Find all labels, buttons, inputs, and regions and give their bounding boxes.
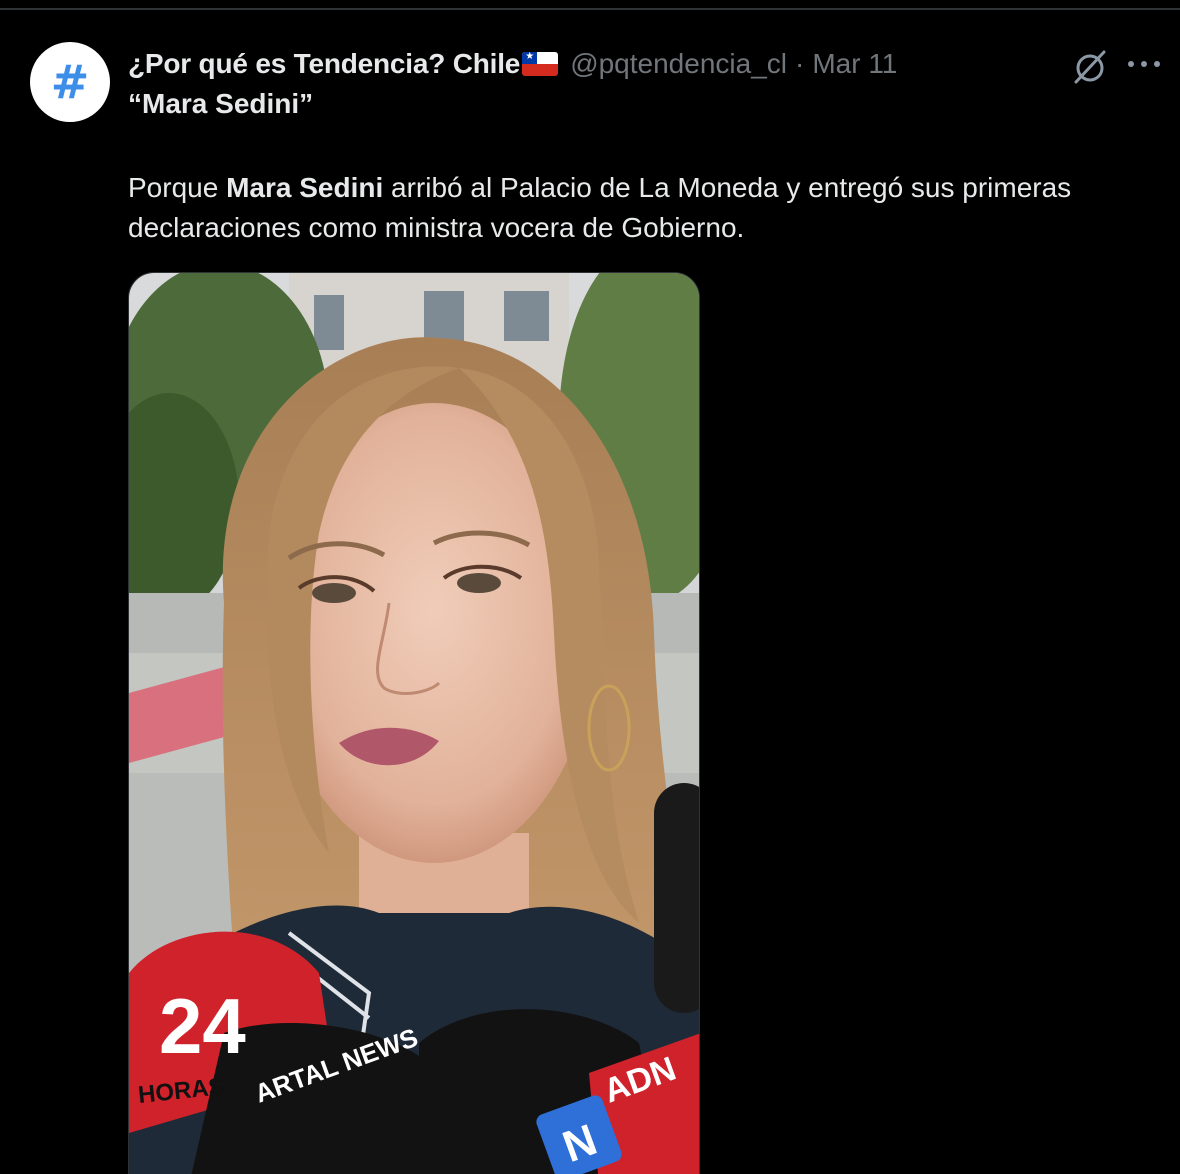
- body-prefix: Porque: [128, 172, 227, 203]
- chile-flag-icon: ★: [522, 52, 559, 76]
- user-handle[interactable]: @pqtendencia_cl: [570, 48, 787, 80]
- hashtag-icon: #: [50, 55, 90, 109]
- grok-icon[interactable]: [1070, 46, 1110, 86]
- separator-dot: ·: [794, 48, 805, 79]
- tweet-media[interactable]: 24 HORAS ARTAL NEWS ADN N: [128, 272, 700, 1174]
- more-options-icon[interactable]: [1128, 58, 1160, 70]
- video-thumbnail: 24 HORAS ARTAL NEWS ADN N: [129, 273, 699, 1174]
- body-bold-name: Mara Sedini: [226, 172, 384, 203]
- tweet-title: “Mara Sedini”: [128, 88, 314, 119]
- display-name[interactable]: ¿Por qué es Tendencia? Chile: [128, 48, 520, 80]
- mic1-number: 24: [159, 982, 246, 1070]
- tweet[interactable]: # ¿Por qué es Tendencia? Chile ★ @pqtend…: [0, 10, 1180, 1174]
- avatar[interactable]: #: [30, 42, 110, 122]
- tweet-text: Porque Mara Sedini arribó al Palacio de …: [128, 168, 1168, 248]
- tweet-header: ¿Por qué es Tendencia? Chile ★ @pqtenden…: [128, 44, 897, 84]
- timestamp[interactable]: Mar 11: [812, 48, 897, 80]
